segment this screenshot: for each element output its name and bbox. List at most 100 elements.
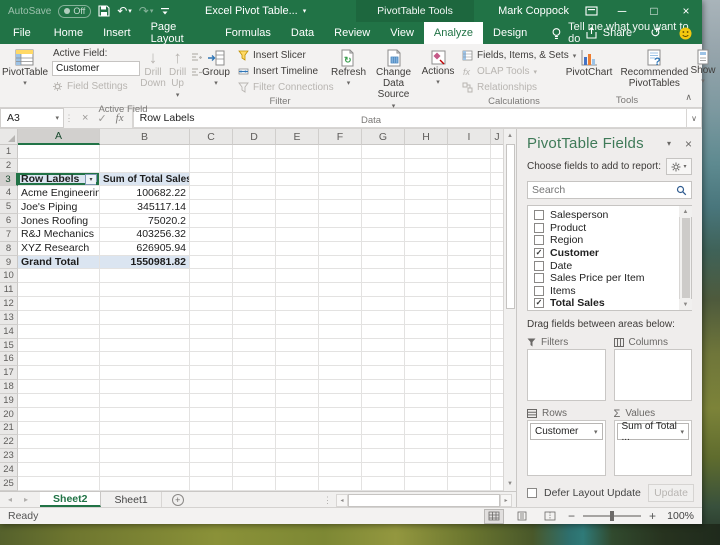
cell-C15[interactable] (190, 338, 233, 353)
cell-H1[interactable] (405, 145, 448, 159)
recommended-pivottables-button[interactable]: ? Recommended PivotTables (617, 47, 691, 91)
cell-A6[interactable]: Jones Roofing (18, 214, 100, 228)
update-button[interactable]: Update (648, 484, 694, 502)
cell-H20[interactable] (405, 407, 448, 422)
field-item-sales-price-per-item[interactable]: Sales Price per Item (534, 272, 679, 285)
cell-J3[interactable] (491, 173, 503, 187)
cell-G15[interactable] (362, 338, 405, 353)
cell-D9[interactable] (233, 255, 276, 270)
cell-E8[interactable] (276, 241, 319, 256)
cell-F11[interactable] (319, 283, 362, 298)
cell-A14[interactable] (18, 324, 100, 339)
cell-J25[interactable] (491, 477, 503, 491)
cell-H8[interactable] (405, 241, 448, 256)
cell-H3[interactable] (405, 172, 448, 187)
cell-D1[interactable] (233, 145, 276, 159)
cell-E12[interactable] (276, 297, 319, 311)
cell-H5[interactable] (405, 200, 448, 215)
cell-D16[interactable] (233, 352, 276, 367)
redo-button[interactable]: ↷ ▾ (139, 4, 154, 18)
tab-design[interactable]: Design (483, 22, 537, 44)
cell-F22[interactable] (319, 435, 362, 450)
cell-A23[interactable] (18, 449, 100, 464)
drill-down-button[interactable]: ↓ Drill Down (140, 47, 166, 91)
cell-J20[interactable] (491, 408, 503, 422)
document-title[interactable]: Excel Pivot Table... ▾ (205, 0, 306, 22)
actions-button[interactable]: Actions ▾ (419, 47, 458, 90)
field-list-scroll-down-icon[interactable]: ▼ (679, 299, 692, 310)
cell-I21[interactable] (448, 421, 491, 436)
cell-H9[interactable] (405, 255, 448, 270)
cell-B11[interactable] (100, 283, 190, 298)
vertical-scrollbar[interactable]: ▲ ▼ (503, 129, 517, 491)
cell-F19[interactable] (319, 393, 362, 408)
cell-D7[interactable] (233, 227, 276, 242)
cell-J6[interactable] (491, 214, 503, 228)
cell-I16[interactable] (448, 352, 491, 367)
drill-up-button[interactable]: ↑ Drill Up ▾ (166, 47, 189, 103)
cell-C13[interactable] (190, 310, 233, 325)
cell-H11[interactable] (405, 283, 448, 298)
cell-C23[interactable] (190, 449, 233, 464)
cell-E10[interactable] (276, 269, 319, 284)
cell-G14[interactable] (362, 324, 405, 339)
cell-G23[interactable] (362, 449, 405, 464)
cell-E17[interactable] (276, 366, 319, 381)
cell-B13[interactable] (100, 310, 190, 325)
cell-I1[interactable] (448, 145, 491, 159)
cell-E25[interactable] (276, 476, 319, 491)
cell-B24[interactable] (100, 463, 190, 477)
insert-slicer-button[interactable]: Insert Slicer (238, 48, 306, 63)
cell-C9[interactable] (190, 255, 233, 270)
cell-D25[interactable] (233, 476, 276, 491)
column-header-C[interactable]: C (190, 129, 233, 145)
cell-G7[interactable] (362, 227, 405, 242)
cell-G2[interactable] (362, 158, 405, 173)
field-checkbox-sales-price-per-item[interactable] (534, 273, 544, 284)
cell-D6[interactable] (233, 214, 276, 228)
customize-qat-icon[interactable] (160, 6, 170, 16)
field-search-input[interactable] (532, 184, 676, 196)
cell-F1[interactable] (319, 145, 362, 159)
cell-G4[interactable] (362, 186, 405, 201)
filter-connections-button[interactable]: Filter Connections (238, 80, 334, 95)
cell-J17[interactable] (491, 366, 503, 381)
cell-B10[interactable] (100, 269, 190, 284)
cell-B18[interactable] (100, 380, 190, 394)
cell-C12[interactable] (190, 297, 233, 311)
cell-H7[interactable] (405, 227, 448, 242)
row-header-20[interactable]: 20 (0, 407, 18, 422)
row-header-14[interactable]: 14 (0, 324, 18, 339)
cell-D8[interactable] (233, 241, 276, 256)
cell-F3[interactable] (319, 172, 362, 187)
cell-H16[interactable] (405, 352, 448, 367)
cell-J21[interactable] (491, 422, 503, 436)
cell-F14[interactable] (319, 324, 362, 339)
cell-G3[interactable] (362, 172, 405, 187)
cell-A20[interactable] (18, 407, 100, 422)
field-checkbox-date[interactable] (534, 260, 544, 271)
cell-C8[interactable] (190, 241, 233, 256)
row-header-17[interactable]: 17 (0, 366, 18, 381)
cell-G13[interactable] (362, 310, 405, 325)
cell-J8[interactable] (491, 242, 503, 256)
cell-C7[interactable] (190, 227, 233, 242)
cell-I11[interactable] (448, 283, 491, 298)
cell-A12[interactable] (18, 297, 100, 311)
cell-B1[interactable] (100, 145, 190, 159)
new-sheet-button[interactable]: + (171, 492, 184, 507)
cell-C22[interactable] (190, 435, 233, 450)
cell-H4[interactable] (405, 186, 448, 201)
cell-A7[interactable]: R&J Mechanics (18, 227, 100, 242)
cell-D4[interactable] (233, 186, 276, 201)
cell-D10[interactable] (233, 269, 276, 284)
cell-I9[interactable] (448, 255, 491, 270)
cell-D18[interactable] (233, 380, 276, 394)
cell-F15[interactable] (319, 338, 362, 353)
cell-E5[interactable] (276, 200, 319, 215)
cell-B6[interactable]: 75020.2 (100, 214, 190, 228)
cell-F24[interactable] (319, 463, 362, 477)
cell-A11[interactable] (18, 283, 100, 298)
cell-G1[interactable] (362, 145, 405, 159)
cell-J12[interactable] (491, 297, 503, 311)
